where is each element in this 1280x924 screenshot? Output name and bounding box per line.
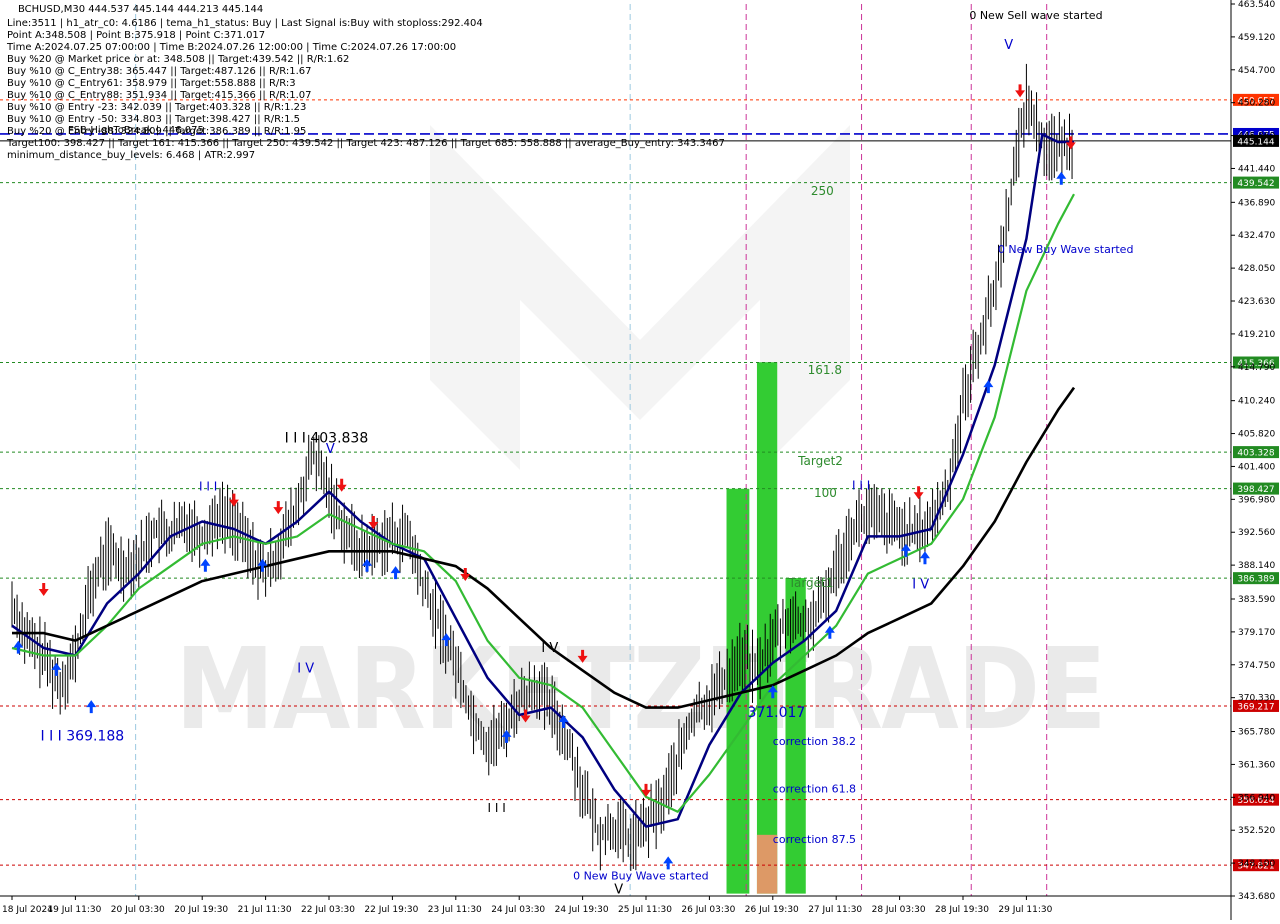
price-tick-label: 365.780 [1238,728,1275,738]
info-line: Point A:348.508 | Point B:375.918 | Poin… [7,30,265,41]
price-tick-label: 356.940 [1238,793,1275,803]
chart-annotation: I V [297,662,314,677]
chart-annotation: I V [912,577,929,592]
time-tick-label: 25 Jul 11:30 [618,905,672,915]
price-tick-label: 348.100 [1238,859,1275,869]
price-tick-label: 428.050 [1238,264,1275,274]
chart-annotation: 0 New Buy Wave started [998,243,1134,256]
price-tick-label: 432.470 [1238,231,1275,241]
chart-annotation: I I I 369.188 [41,728,125,744]
chart-annotation: Target1 [788,576,834,590]
time-tick-label: 18 Jul 2024 [2,905,53,915]
price-tick-label: 450.280 [1238,99,1275,109]
chart-annotation: I I I [852,479,870,493]
chart-annotation: correction 87.5 [773,833,856,846]
info-line: Line:3511 | h1_atr_c0: 4.6186 | tema_h1_… [7,18,483,29]
level-label: 439.542 [1237,179,1274,189]
chart-annotation: I I I [488,801,506,815]
time-tick-label: 29 Jul 11:30 [998,905,1052,915]
info-title: BCHUSD,M30 444.537 445.144 444.213 445.1… [18,4,263,15]
time-tick-label: 24 Jul 03:30 [491,905,545,915]
time-tick-label: 21 Jul 11:30 [238,905,292,915]
chart-annotation: 161.8 [808,363,842,377]
price-tick-label: 361.360 [1238,760,1275,770]
time-tick-label: 23 Jul 11:30 [428,905,482,915]
time-tick-label: 22 Jul 19:30 [364,905,418,915]
price-tick-label: 459.120 [1238,33,1275,43]
price-tick-label: 374.750 [1238,661,1275,671]
time-tick-label: 22 Jul 03:30 [301,905,355,915]
chart-annotation: V [614,883,623,898]
chart-annotation: 100 [814,486,837,500]
price-tick-label: 396.980 [1238,495,1275,505]
price-tick-label: 445.860 [1238,132,1275,142]
time-tick-label: 19 Jul 11:30 [47,905,101,915]
time-tick-label: 27 Jul 11:30 [808,905,862,915]
price-tick-label: 463.540 [1238,0,1275,10]
price-tick-label: 401.400 [1238,462,1275,472]
watermark-text: MARKETZITRADE [175,625,1105,755]
price-tick-label: 370.330 [1238,694,1275,704]
info-line: minimum_distance_buy_levels: 6.468 | ATR… [7,150,255,161]
chart-annotation: 371.017 [747,705,805,721]
time-tick-label: 26 Jul 03:30 [681,905,735,915]
time-tick-label: 28 Jul 03:30 [872,905,926,915]
level-label: 398.427 [1237,485,1274,495]
chart-annotation: 250 [811,184,834,198]
chart-area[interactable]: MARKETZITRADE 450.657446.075445.144439.5… [0,0,1280,920]
fib-zone [756,362,778,894]
price-tick-label: 436.890 [1238,198,1275,208]
time-tick-label: 20 Jul 19:30 [174,905,228,915]
info-line: Buy %10 @ Entry -23: 342.039 || Target:4… [7,102,306,113]
info-line: Buy %20 @ Market price or at: 348.508 ||… [7,54,349,65]
info-line: Buy %10 @ Entry -50: 334.803 || Target:3… [7,114,300,125]
time-tick-label: 20 Jul 03:30 [111,905,165,915]
chart-annotation: V [326,442,335,457]
info-line: Target100: 398.427 || Target 161: 415.36… [6,138,725,149]
price-tick-label: 454.700 [1238,66,1275,76]
info-line: Buy %10 @ C_Entry38: 365.447 || Target:4… [7,66,312,77]
price-tick-label: 383.590 [1238,595,1275,605]
info-line: Buy %10 @ C_Entry88: 351.934 || Target:4… [7,90,312,101]
info-line: Time A:2024.07.25 07:00:00 | Time B:2024… [6,42,456,53]
price-tick-label: 414.790 [1238,363,1275,373]
price-tick-label: 392.560 [1238,528,1275,538]
price-tick-label: 405.820 [1238,430,1275,440]
chart-annotation: I V [541,641,558,656]
price-tick-label: 343.680 [1238,892,1275,902]
price-tick-label: 379.170 [1238,628,1275,638]
price-tick-label: 410.240 [1238,397,1275,407]
time-tick-label: 24 Jul 19:30 [555,905,609,915]
info-overlay-label: FSB-HighToBreak | 446.075 [68,125,204,136]
chart-annotation: V [1004,38,1013,53]
price-tick-label: 419.210 [1238,330,1275,340]
price-tick-label: 441.440 [1238,164,1275,174]
chart-annotation: correction 61.8 [773,782,856,795]
level-label: 369.217 [1237,702,1274,712]
chart-annotation: I I I [199,479,217,493]
chart-annotation: 0 New Buy Wave started [573,869,709,882]
level-label: 403.328 [1237,449,1274,459]
price-tick-label: 352.520 [1238,826,1275,836]
info-line: Buy %10 @ C_Entry61: 358.979 || Target:5… [7,78,296,89]
level-label: 386.389 [1237,575,1274,585]
price-tick-label: 423.630 [1238,297,1275,307]
time-tick-label: 28 Jul 19:30 [935,905,989,915]
price-chart[interactable]: MARKETZITRADE 450.657446.075445.144439.5… [0,0,1280,920]
price-tick-label: 388.140 [1238,561,1275,571]
chart-annotation: 0 New Sell wave started [969,9,1102,22]
chart-annotation: correction 38.2 [773,735,856,748]
chart-annotation: Target2 [797,454,843,468]
time-tick-label: 26 Jul 19:30 [745,905,799,915]
